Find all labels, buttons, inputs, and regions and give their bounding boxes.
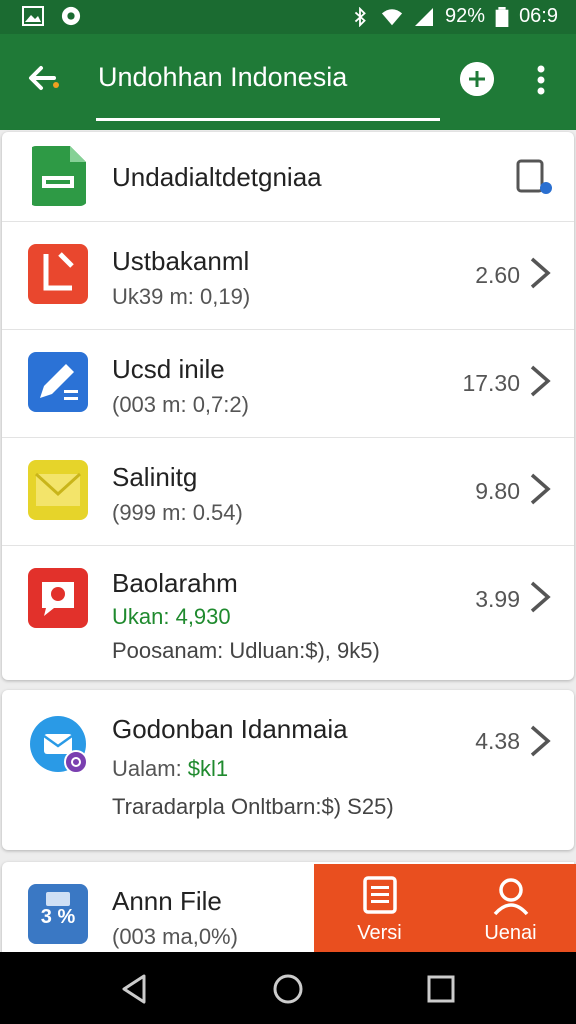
back-arrow-icon[interactable]	[24, 58, 64, 98]
item-title: Annn File	[112, 886, 222, 916]
gallery-icon	[22, 6, 44, 26]
green-sheet-icon	[32, 146, 86, 206]
list-item[interactable]: Ucsd inile (003 m: 0,7:2) 17.30	[2, 330, 574, 438]
app-notification-icon	[61, 6, 81, 26]
app-bar: Undohhan Indonesia	[0, 34, 576, 130]
title-underline	[96, 118, 440, 121]
item-subtitle-row: Ualam: $kl1	[112, 756, 228, 782]
bottom-action-panel: Versi Uenai	[314, 864, 576, 952]
list-item[interactable]: Godonban Idanmaia Ualam: $kl1 Traradarpl…	[2, 690, 574, 850]
more-options-icon[interactable]	[530, 64, 552, 98]
chevron-right-icon	[530, 473, 551, 505]
battery-icon	[495, 6, 509, 27]
item-subtitle-highlight: $kl1	[187, 756, 229, 781]
red-document-icon	[28, 244, 88, 304]
signal-icon	[415, 7, 434, 26]
item-subtitle: (999 m: 0.54)	[112, 500, 243, 525]
item-subtitle-highlight: Ukan: 4,930	[112, 604, 231, 629]
chevron-right-icon	[530, 365, 551, 397]
chevron-right-icon	[530, 725, 551, 757]
item-subtitle-prefix: Ualam:	[112, 756, 188, 781]
versi-button[interactable]: Versi	[314, 864, 445, 952]
system-nav-bar	[0, 952, 576, 1024]
item-title: Undadialtdetgniaa	[112, 162, 322, 192]
red-chat-icon	[28, 568, 88, 628]
list-item[interactable]: Ustbakanml Uk39 m: 0,19) 2.60	[2, 222, 574, 330]
add-button[interactable]	[460, 62, 494, 96]
blue-message-icon	[30, 716, 88, 774]
nav-back-icon[interactable]	[118, 972, 152, 1006]
item-subtitle: (003 m: 0,7:2)	[112, 392, 249, 417]
device-edit-icon[interactable]	[514, 158, 554, 198]
person-icon	[493, 878, 529, 916]
nav-recents-icon[interactable]	[424, 972, 458, 1006]
item-title: Salinitg	[112, 462, 198, 492]
icon-label: 3 %	[40, 906, 76, 928]
document-list-icon	[363, 876, 397, 914]
item-subtitle: Uk39 m: 0,19)	[112, 284, 251, 309]
nav-home-icon[interactable]	[271, 972, 305, 1006]
blue-edit-icon	[28, 352, 88, 412]
bluetooth-icon	[354, 6, 366, 27]
list-card: Godonban Idanmaia Ualam: $kl1 Traradarpl…	[2, 690, 574, 850]
item-title: Ucsd inile	[112, 354, 225, 384]
battery-percent: 92%	[445, 5, 486, 27]
item-subtitle: Poosanam: Udluan:$), 9k5)	[112, 638, 380, 663]
clock: 06:9	[519, 5, 558, 27]
uenai-label: Uenai	[484, 922, 537, 944]
list-item[interactable]: Undadialtdetgniaa	[2, 132, 574, 222]
chevron-right-icon	[530, 581, 551, 613]
item-title: Ustbakanml	[112, 246, 250, 276]
blue-tablet-icon: 3 %	[28, 884, 88, 944]
item-subtitle: Traradarpla Onltbarn:$) S25)	[112, 794, 394, 819]
item-title: Godonban Idanmaia	[112, 714, 348, 744]
list-item[interactable]: Baolarahm Ukan: 4,930 Poosanam: Udluan:$…	[2, 546, 574, 680]
list-card: Undadialtdetgniaa Ustbakanml Uk39 m: 0,1…	[2, 132, 574, 680]
chevron-right-icon	[530, 257, 551, 289]
yellow-mail-icon	[28, 460, 88, 520]
item-subtitle: (003 ma,0%)	[112, 924, 238, 949]
item-value: 2.60	[475, 262, 520, 288]
item-value: 17.30	[462, 370, 520, 396]
status-bar: 92% 06:9	[0, 0, 576, 34]
item-value: 3.99	[475, 586, 520, 612]
item-title: Baolarahm	[112, 568, 238, 598]
page-title: Undohhan Indonesia	[98, 62, 348, 92]
list-item[interactable]: Salinitg (999 m: 0.54) 9.80	[2, 438, 574, 546]
item-value: 4.38	[475, 728, 520, 754]
versi-label: Versi	[357, 922, 402, 944]
uenai-button[interactable]: Uenai	[445, 864, 576, 952]
wifi-icon	[381, 8, 403, 25]
item-value: 9.80	[475, 478, 520, 504]
